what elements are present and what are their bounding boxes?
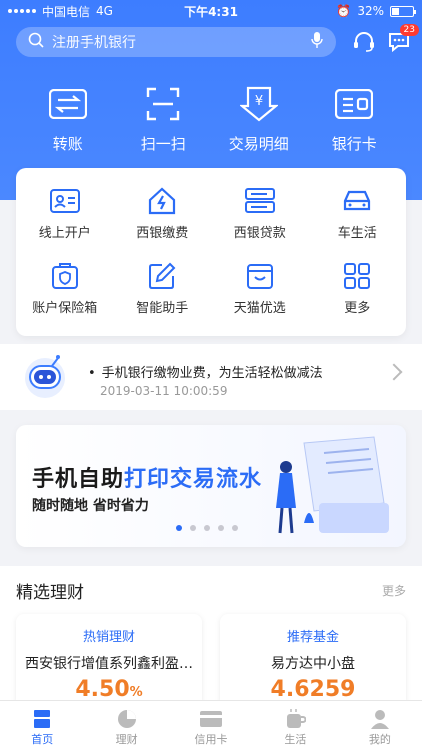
car-icon xyxy=(309,186,407,216)
wealth-card-fund[interactable]: 推荐基金 易方达中小盘 4.6259 xyxy=(220,614,406,710)
transaction-detail-icon: ¥ xyxy=(219,85,299,123)
service-loan[interactable]: 西银贷款 xyxy=(211,186,309,241)
pagination-dot[interactable] xyxy=(218,525,224,531)
transfer-icon xyxy=(28,85,108,123)
promo-banner[interactable]: 手机自助打印交易流水 随时随地 省时省力 xyxy=(16,425,406,547)
banner-title: 手机自助打印交易流水 xyxy=(32,467,263,492)
service-label: 车生活 xyxy=(337,226,377,241)
tmall-icon xyxy=(211,261,309,291)
quick-transactions[interactable]: ¥ 交易明细 xyxy=(219,85,299,154)
wealth-pie-icon xyxy=(84,707,168,731)
quick-label: 转账 xyxy=(52,135,83,153)
search-icon xyxy=(28,32,44,52)
tab-label: 生活 xyxy=(284,733,307,746)
signal-icon xyxy=(8,9,36,13)
product-name: 西安银行增值系列鑫利盈… xyxy=(25,656,193,672)
section-title: 精选理财 xyxy=(16,583,84,603)
bottom-tab-bar: 首页 理财 信用卡 生活 我的 xyxy=(0,700,422,750)
banner-pagination xyxy=(176,525,238,531)
home-icon xyxy=(0,707,84,731)
clock: 下午4:31 xyxy=(184,4,238,19)
message-icon[interactable]: 23 xyxy=(385,24,419,56)
battery-percent: 32% xyxy=(357,4,384,18)
search-placeholder: 注册手机银行 xyxy=(52,35,136,51)
quick-scan[interactable]: 扫一扫 xyxy=(123,85,203,154)
scan-icon xyxy=(123,85,203,123)
bank-card-icon xyxy=(314,85,394,123)
product-value: 4.6259 xyxy=(270,677,356,702)
life-cup-icon xyxy=(253,707,337,731)
profile-icon xyxy=(338,707,422,731)
customer-service-icon[interactable] xyxy=(350,28,378,56)
robot-icon xyxy=(20,350,70,400)
quick-label: 交易明细 xyxy=(228,135,289,153)
pagination-dot[interactable] xyxy=(190,525,196,531)
service-safe-box[interactable]: 账户保险箱 xyxy=(16,261,114,316)
quick-label: 银行卡 xyxy=(331,135,377,153)
chevron-right-icon xyxy=(385,363,403,381)
status-bar: 中国电信 4G 下午4:31 ⏰ 32% xyxy=(0,0,422,22)
message-badge: 23 xyxy=(399,24,419,36)
quick-bank-card[interactable]: 银行卡 xyxy=(314,85,394,154)
home-payment-icon xyxy=(114,186,212,216)
service-label: 西银缴费 xyxy=(136,226,189,241)
card-tag: 热销理财 xyxy=(82,630,135,645)
notice-title: 手机银行缴物业费，为生活轻松做减法 xyxy=(88,362,323,381)
service-car-life[interactable]: 车生活 xyxy=(309,186,407,241)
tab-home[interactable]: 首页 xyxy=(0,701,84,750)
service-open-account[interactable]: 线上开户 xyxy=(16,186,114,241)
carrier-label: 中国电信 xyxy=(42,4,91,19)
service-payment[interactable]: 西银缴费 xyxy=(114,186,212,241)
service-label: 线上开户 xyxy=(38,226,91,241)
battery-icon xyxy=(390,5,416,17)
banner-illustration xyxy=(276,436,389,534)
alarm-icon: ⏰ xyxy=(336,4,352,18)
svg-text:¥: ¥ xyxy=(255,94,263,109)
tab-label: 首页 xyxy=(31,733,54,746)
tab-label: 理财 xyxy=(115,733,138,746)
banner-subtitle: 随时随地 省时省力 xyxy=(32,498,149,514)
loan-icon xyxy=(211,186,309,216)
service-more[interactable]: 更多 xyxy=(309,261,407,316)
tab-profile[interactable]: 我的 xyxy=(338,701,422,750)
service-assistant[interactable]: 智能助手 xyxy=(114,261,212,316)
service-tmall[interactable]: 天猫优选 xyxy=(211,261,309,316)
id-card-icon xyxy=(16,186,114,216)
service-label: 智能助手 xyxy=(136,301,189,316)
card-tag: 推荐基金 xyxy=(286,630,339,645)
pagination-dot[interactable] xyxy=(232,525,238,531)
tab-label: 信用卡 xyxy=(194,733,228,746)
product-rate: 4.50% xyxy=(75,677,143,702)
quick-transfer[interactable]: 转账 xyxy=(28,85,108,154)
microphone-icon[interactable] xyxy=(310,31,324,53)
quick-actions: 转账 扫一扫 ¥ 交易明细 银行卡 xyxy=(0,85,422,154)
tab-wealth[interactable]: 理财 xyxy=(84,701,168,750)
service-label: 天猫优选 xyxy=(233,301,286,316)
quick-label: 扫一扫 xyxy=(140,135,186,153)
safe-box-icon xyxy=(16,261,114,291)
tab-credit-card[interactable]: 信用卡 xyxy=(169,701,253,750)
notice-bar[interactable]: 手机银行缴物业费，为生活轻松做减法 2019-03-11 10:00:59 xyxy=(0,344,422,410)
tab-life[interactable]: 生活 xyxy=(253,701,337,750)
more-grid-icon xyxy=(309,261,407,291)
service-label: 账户保险箱 xyxy=(32,301,98,316)
pagination-dot[interactable] xyxy=(176,525,182,531)
credit-card-icon xyxy=(169,707,253,731)
notice-time: 2019-03-11 10:00:59 xyxy=(100,384,228,398)
services-card: 线上开户 西银缴费 西银贷款 车生活 账户保险箱 智能助手 天猫优选 更多 xyxy=(16,168,406,336)
edit-assistant-icon xyxy=(114,261,212,291)
product-name: 易方达中小盘 xyxy=(271,656,355,672)
pagination-dot[interactable] xyxy=(204,525,210,531)
search-bar[interactable]: 注册手机银行 xyxy=(16,27,336,57)
service-label: 西银贷款 xyxy=(233,226,286,241)
tab-label: 我的 xyxy=(368,733,391,746)
service-label: 更多 xyxy=(344,301,371,316)
more-link[interactable]: 更多 xyxy=(382,582,406,599)
network-label: 4G xyxy=(96,4,113,18)
wealth-card-hot[interactable]: 热销理财 西安银行增值系列鑫利盈… 4.50% xyxy=(16,614,202,710)
